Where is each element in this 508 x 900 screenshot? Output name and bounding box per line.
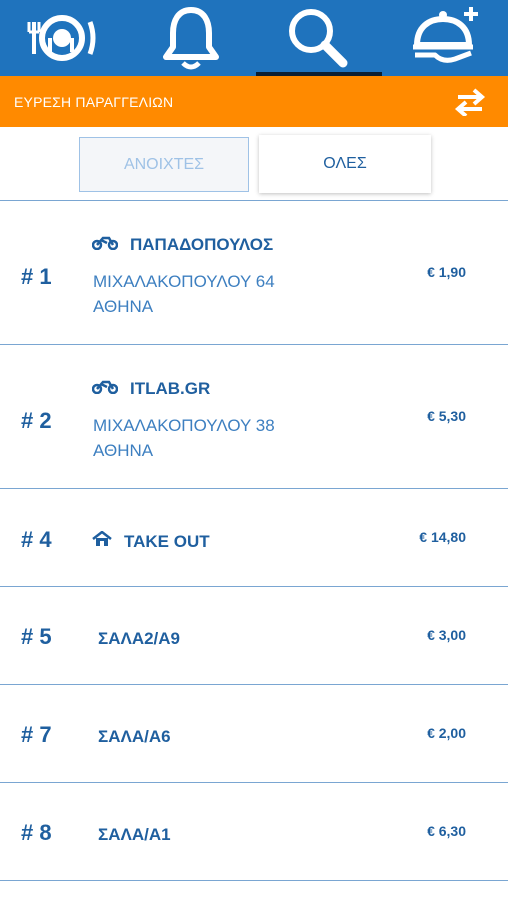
order-city: ΑΘΗΝΑ bbox=[93, 297, 154, 316]
customer-name: ΣΑΛΑ/Α1 bbox=[98, 825, 171, 844]
divider bbox=[0, 880, 508, 881]
page-title: ΕΥΡΕΣΗ ΠΑΡΑΓΓΕΛΙΩΝ bbox=[14, 94, 174, 110]
motorcycle-icon bbox=[91, 234, 130, 255]
customer-name: TAKE OUT bbox=[124, 531, 210, 551]
tab-search[interactable] bbox=[254, 0, 381, 76]
page-header: ΕΥΡΕΣΗ ΠΑΡΑΓΓΕΛΙΩΝ bbox=[0, 76, 508, 127]
customer-name: ΠΑΠΑΔΟΠΟΥΛΟΣ bbox=[130, 234, 274, 254]
order-row[interactable]: # 7 ΣΑΛΑ/Α6 € 2,00 bbox=[0, 685, 508, 782]
order-customer: ΣΑΛΑ/Α1 bbox=[98, 825, 171, 845]
filter-all-button[interactable]: ΟΛΕΣ bbox=[259, 135, 431, 193]
customer-name: ΣΑΛΑ/Α6 bbox=[98, 727, 171, 746]
customer-name: ITLAB.GR bbox=[130, 378, 211, 398]
order-price: € 2,00 bbox=[427, 725, 466, 741]
order-city: ΑΘΗΝΑ bbox=[93, 441, 154, 460]
top-nav-bar bbox=[0, 0, 508, 76]
home-icon bbox=[92, 530, 124, 552]
order-row[interactable]: # 4 TAKE OUT € 14,80 bbox=[0, 489, 508, 586]
order-row[interactable]: # 2 ITLAB.GR ΜΙΧΑΛΑΚΟΠΟΥΛΟΥ 38 ΑΘΗΝΑ € 5… bbox=[0, 345, 508, 488]
order-customer: ΠΑΠΑΔΟΠΟΥΛΟΣ bbox=[91, 234, 274, 255]
order-customer: ΣΑΛΑ/Α6 bbox=[98, 727, 171, 747]
bell-icon bbox=[161, 5, 221, 71]
order-price: € 1,90 bbox=[427, 264, 466, 280]
motorcycle-icon bbox=[91, 378, 130, 399]
search-icon bbox=[283, 5, 353, 71]
order-row[interactable]: # 5 ΣΑΛΑ2/Α9 € 3,00 bbox=[0, 587, 508, 684]
order-address: ΜΙΧΑΛΑΚΟΠΟΥΛΟΥ 64 bbox=[93, 272, 275, 291]
order-row[interactable]: # 1 ΠΑΠΑΔΟΠΟΥΛΟΣ ΜΙΧΑΛΑΚΟΠΟΥΛΟΥ 64 ΑΘΗΝΑ… bbox=[0, 201, 508, 344]
order-number: # 4 bbox=[21, 527, 52, 552]
store-logo-icon bbox=[24, 8, 104, 68]
serving-tray-plus-icon bbox=[405, 3, 485, 73]
order-number: # 5 bbox=[21, 624, 52, 649]
order-price: € 14,80 bbox=[419, 529, 466, 545]
order-price: € 6,30 bbox=[427, 823, 466, 839]
order-customer: ΣΑΛΑ2/Α9 bbox=[98, 629, 180, 649]
swap-arrows-icon[interactable] bbox=[454, 88, 486, 121]
tab-store[interactable] bbox=[0, 0, 127, 76]
filter-open-button[interactable]: ΑΝΟΙΧΤΕΣ bbox=[79, 137, 249, 192]
order-row[interactable]: # 8 ΣΑΛΑ/Α1 € 6,30 bbox=[0, 783, 508, 880]
order-number: # 2 bbox=[21, 408, 52, 433]
filter-bar: ΑΝΟΙΧΤΕΣ ΟΛΕΣ bbox=[0, 127, 508, 201]
order-customer: TAKE OUT bbox=[92, 530, 210, 552]
order-price: € 5,30 bbox=[427, 408, 466, 424]
order-number: # 7 bbox=[21, 722, 52, 747]
order-address: ΜΙΧΑΛΑΚΟΠΟΥΛΟΥ 38 bbox=[93, 416, 275, 435]
order-customer: ITLAB.GR bbox=[91, 378, 211, 399]
customer-name: ΣΑΛΑ2/Α9 bbox=[98, 629, 181, 648]
tab-new-order[interactable] bbox=[381, 0, 508, 76]
order-number: # 1 bbox=[21, 264, 52, 289]
tab-notifications[interactable] bbox=[127, 0, 254, 76]
order-number: # 8 bbox=[21, 820, 52, 845]
order-price: € 3,00 bbox=[427, 627, 466, 643]
